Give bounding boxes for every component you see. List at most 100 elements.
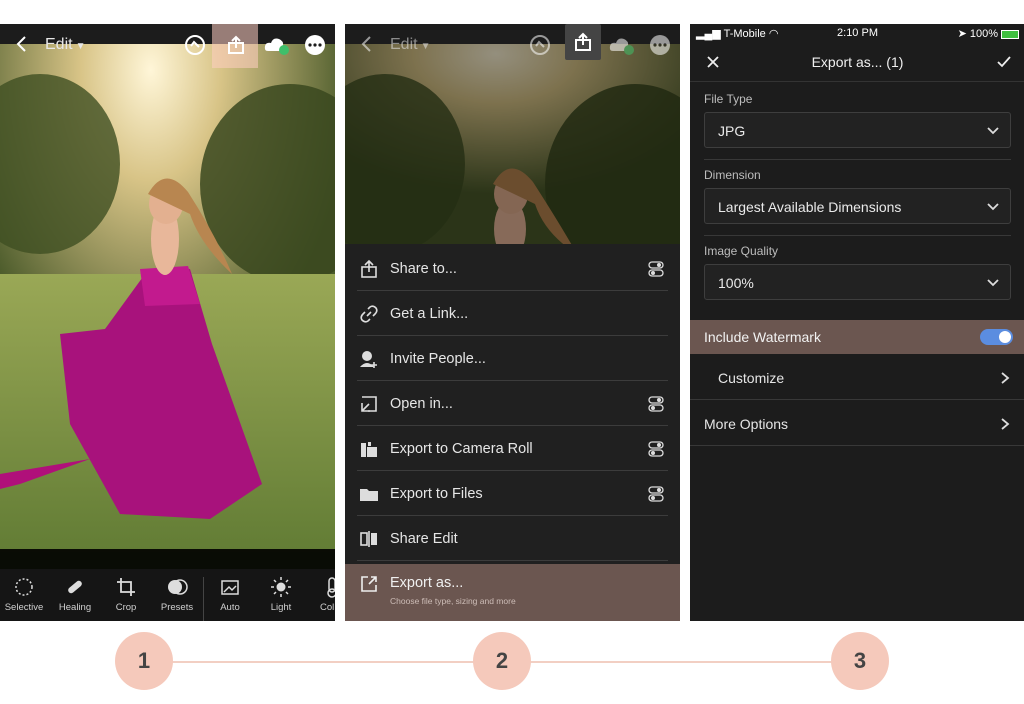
share-icon: [575, 32, 591, 51]
share-button-active[interactable]: [565, 24, 601, 60]
tool-label: Col: [320, 602, 335, 613]
step-3-badge: 3: [831, 632, 889, 690]
edit-label: Edit: [45, 36, 73, 53]
tool-light[interactable]: Light: [255, 569, 307, 621]
link-icon: [360, 305, 378, 323]
tool-label: Light: [270, 602, 292, 613]
image-quality-select[interactable]: 100%: [704, 264, 1011, 300]
checkmark-icon[interactable]: [995, 53, 1013, 71]
invite-people-icon: [360, 351, 377, 368]
menu-item-label: Export to Camera Roll: [390, 441, 533, 457]
presets-icon: [168, 579, 188, 595]
more-options-row[interactable]: More Options: [690, 402, 1024, 446]
share-edit-icon: [360, 531, 377, 547]
back-arrow-icon[interactable]: [12, 34, 32, 54]
share-icon[interactable]: [224, 33, 248, 57]
more-options-icon: [650, 35, 670, 55]
tool-color[interactable]: Col: [306, 569, 335, 621]
menu-item-label: Export to Files: [390, 486, 483, 502]
customize-label: Customize: [718, 370, 785, 386]
maternity-photo: [0, 44, 335, 569]
chevron-right-icon: [1001, 372, 1010, 384]
menu-item-label: Share to...: [390, 261, 457, 277]
export-icon: [361, 576, 377, 592]
share-menu-screen: Edit ▼ Share to... Get a Link... Invite P…: [345, 24, 680, 621]
location-icon: ➤: [957, 28, 970, 40]
tool-auto[interactable]: Auto: [204, 569, 256, 621]
chevron-down-icon: [987, 279, 999, 287]
watermark-toggle[interactable]: [980, 329, 1013, 345]
tool-label: Presets: [160, 602, 194, 613]
ios-status-bar: ▂▄▆ T-Mobile ◠ 2:10 PM ➤ 100%: [690, 24, 1024, 42]
step-2-badge: 2: [473, 632, 531, 690]
color-icon: [327, 577, 335, 598]
auto-icon: [221, 580, 239, 595]
menu-item-open-in[interactable]: Open in...: [357, 381, 668, 426]
open-in-icon: [361, 396, 377, 412]
tool-selective[interactable]: Selective: [0, 569, 50, 621]
menu-item-invite-people[interactable]: Invite People...: [357, 336, 668, 381]
menu-item-label: Share Edit: [390, 531, 458, 547]
camera-roll-icon: [361, 442, 377, 457]
tool-healing[interactable]: Healing: [49, 569, 101, 621]
settings-toggle-icon[interactable]: [648, 261, 664, 277]
battery-percent: 100%: [969, 28, 998, 40]
page-title: Export as... (1): [811, 54, 904, 70]
folder-icon: [360, 489, 378, 501]
menu-item-get-link[interactable]: Get a Link...: [357, 291, 668, 336]
help-icon[interactable]: [183, 33, 207, 57]
file-type-value: JPG: [718, 123, 746, 139]
menu-item-export-as[interactable]: Export as... Choose file type, sizing an…: [345, 564, 680, 621]
chevron-down-icon: [987, 203, 999, 211]
chevron-right-icon: [1001, 418, 1010, 430]
more-options-icon[interactable]: [303, 33, 327, 57]
export-header: Export as... (1): [690, 42, 1024, 82]
dimension-value: Largest Available Dimensions: [718, 199, 902, 215]
customize-row[interactable]: Customize: [690, 356, 1024, 400]
crop-icon: [117, 578, 135, 596]
tool-crop[interactable]: Crop: [100, 569, 152, 621]
menu-item-share-edit[interactable]: Share Edit: [357, 516, 668, 561]
light-icon: [271, 577, 291, 597]
dimension-select[interactable]: Largest Available Dimensions: [704, 188, 1011, 224]
back-arrow-icon: [361, 36, 371, 52]
dim-overlay: [345, 44, 680, 244]
chevron-down-icon: ▼: [75, 41, 86, 52]
file-type-label: File Type: [704, 92, 753, 106]
edit-mode-dropdown[interactable]: Edit ▼: [45, 36, 85, 54]
settings-toggle-icon[interactable]: [648, 486, 664, 502]
tool-presets[interactable]: Presets: [151, 569, 203, 621]
step-1-badge: 1: [115, 632, 173, 690]
menu-item-label: Get a Link...: [390, 306, 469, 322]
cloud-sync-icon: [609, 38, 634, 55]
menu-item-export-camera-roll[interactable]: Export to Camera Roll: [357, 426, 668, 471]
menu-item-label: Invite People...: [390, 351, 486, 367]
divider: [704, 159, 1011, 160]
edit-toolbar: Selective Healing Crop Presets Auto Ligh…: [0, 569, 335, 621]
file-type-select[interactable]: JPG: [704, 112, 1011, 148]
chevron-down-icon: [987, 127, 999, 135]
top-bar-dimmed: Edit ▼: [345, 24, 680, 66]
more-options-label: More Options: [704, 416, 789, 432]
selective-icon: [15, 578, 33, 596]
toggle-knob: [999, 331, 1011, 343]
settings-toggle-icon[interactable]: [648, 396, 664, 412]
dimension-label: Dimension: [704, 168, 761, 182]
help-icon: [530, 35, 550, 55]
export-as-screen: ▂▄▆ T-Mobile ◠ 2:10 PM ➤ 100% Export as.…: [690, 24, 1024, 621]
share-icon: [361, 259, 377, 278]
settings-toggle-icon[interactable]: [648, 441, 664, 457]
image-quality-value: 100%: [718, 275, 754, 291]
edit-mode-dropdown: Edit ▼: [390, 36, 430, 54]
menu-item-export-files[interactable]: Export to Files: [357, 471, 668, 516]
cloud-sync-icon[interactable]: [263, 33, 291, 57]
share-menu: Share to... Get a Link... Invite People.…: [345, 244, 680, 621]
image-quality-label: Image Quality: [704, 244, 779, 258]
battery-icon: [1001, 29, 1019, 39]
menu-item-share-to[interactable]: Share to...: [357, 246, 668, 291]
chevron-down-icon: ▼: [420, 41, 431, 52]
dimmed-photo: [345, 44, 680, 244]
divider: [704, 235, 1011, 236]
menu-item-label: Export as...: [390, 575, 464, 591]
include-watermark-label: Include Watermark: [704, 329, 821, 345]
